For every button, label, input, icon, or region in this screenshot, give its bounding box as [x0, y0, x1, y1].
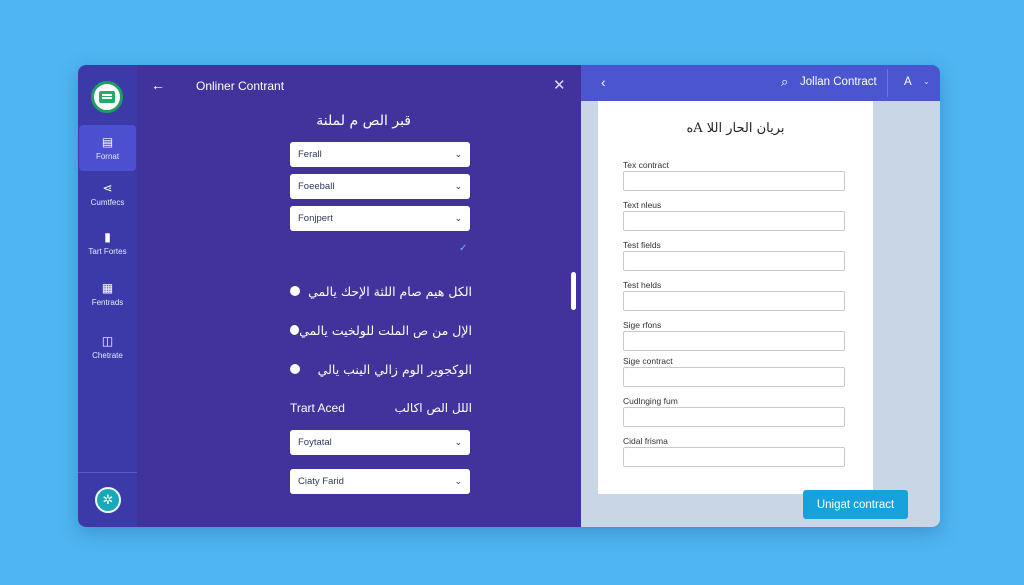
chevron-down-icon: ⌄	[454, 149, 462, 159]
field-input[interactable]	[623, 367, 845, 387]
field-input[interactable]	[623, 407, 845, 427]
field-input[interactable]	[623, 291, 845, 311]
sidebar-item-chetrate[interactable]: ◫ Chetrate	[78, 324, 137, 370]
sidebar-item-label: Fentrads	[91, 297, 124, 307]
logo-icon	[99, 91, 115, 103]
radio-label: الوكجوير الوم زالي الينب يالي	[317, 361, 472, 377]
settings-icon[interactable]: ✲	[95, 487, 121, 513]
select-ferall[interactable]: Ferall ⌄	[290, 142, 470, 167]
sidebar-item-label: Fornat	[95, 151, 120, 161]
radio-dot[interactable]	[290, 286, 300, 296]
track-label-en: Trart Aced	[290, 401, 345, 415]
field-label: Sige contract	[623, 356, 673, 366]
panel-title: Onliner Contrant	[196, 79, 285, 93]
share-icon: ⋖	[102, 180, 113, 195]
sidebar-item-label: Chetrate	[92, 350, 123, 360]
track-label-ar: اللل الص اكالب	[394, 401, 472, 415]
field-label: Sige rfons	[623, 320, 662, 330]
chat-icon: ◫	[101, 333, 114, 348]
file-icon: ▮	[104, 229, 111, 244]
track-section-header: Trart Aced اللل الص اكالب	[290, 401, 472, 415]
sidebar-item-fornat[interactable]: ▤ Fornat	[79, 125, 136, 171]
section-heading: قبر الص م لملنة	[316, 113, 411, 129]
chevron-down-icon: ⌄	[454, 437, 462, 447]
form-panel: ← Onliner Contrant ✕ قبر الص م لملنة Fer…	[137, 65, 581, 527]
search-icon[interactable]: ⌕	[781, 74, 788, 90]
select-value: Foytatal	[298, 437, 332, 448]
field-input[interactable]	[623, 331, 845, 351]
sidebar-item-label: Cumtfecs	[90, 197, 125, 207]
field-label: Tex contract	[623, 160, 669, 170]
field-input[interactable]	[623, 251, 845, 271]
radio-option-1[interactable]: الكل هيم صام اللثة الإحك يالمي	[290, 282, 472, 300]
grid-icon: ▦	[101, 280, 114, 295]
document-preview: بريان الحار اللا Aه Tex contract Text nl…	[598, 101, 873, 494]
field-label: Cidal frisma	[623, 436, 668, 446]
radio-dot[interactable]	[290, 364, 300, 374]
check-icon: ✓	[459, 243, 468, 254]
sidebar-item-fentrads[interactable]: ▦ Fentrads	[78, 271, 137, 317]
radio-label: الإل من ص الملت للولخيت يالمي	[299, 322, 472, 338]
field-input[interactable]	[623, 447, 845, 467]
scrollbar-handle[interactable]	[571, 272, 576, 310]
preview-header: ‹ ⌕ Jollan Contract A ⌄	[581, 65, 940, 101]
panel-header: ← Onliner Contrant ✕	[137, 65, 581, 105]
radio-dot[interactable]	[290, 325, 300, 335]
field-label: Cudlnging fum	[623, 396, 678, 406]
header-divider	[887, 69, 888, 97]
select-value: Fonjpert	[298, 213, 333, 224]
select-fonjpert[interactable]: Fonjpert ⌄	[290, 206, 470, 231]
select-foeeball[interactable]: Foeeball ⌄	[290, 174, 470, 199]
radio-option-3[interactable]: الوكجوير الوم زالي الينب يالي	[290, 360, 472, 378]
chevron-down-icon: ⌄	[454, 213, 462, 223]
submit-contract-button[interactable]: Unigat contract	[803, 490, 908, 519]
user-menu[interactable]: A	[904, 76, 912, 88]
sidebar: ▤ Fornat ⋖ Cumtfecs ▮ Tart Fortes ▦ Fent…	[78, 65, 137, 527]
select-value: Ciaty Farid	[298, 476, 344, 487]
app-logo[interactable]	[91, 81, 123, 113]
select-foytatal[interactable]: Foytatal ⌄	[290, 430, 470, 455]
sidebar-item-tart-fortes[interactable]: ▮ Tart Fortes	[78, 220, 137, 266]
select-value: Ferall	[298, 149, 322, 160]
select-value: Foeeball	[298, 181, 335, 192]
close-icon[interactable]: ✕	[553, 76, 566, 94]
form-icon: ▤	[101, 134, 114, 149]
chevron-down-icon: ⌄	[454, 181, 462, 191]
field-label: Test helds	[623, 280, 662, 290]
preview-title: Jollan Contract	[800, 76, 877, 88]
sidebar-item-cumtfecs[interactable]: ⋖ Cumtfecs	[78, 171, 137, 217]
radio-label: الكل هيم صام اللثة الإحك يالمي	[308, 283, 472, 299]
chevron-down-icon: ⌄	[454, 476, 462, 486]
back-chevron-icon[interactable]: ‹	[601, 74, 606, 90]
field-input[interactable]	[623, 171, 845, 191]
field-label: Test fields	[623, 240, 661, 250]
field-label: Text nleus	[623, 200, 662, 210]
sidebar-item-label: Tart Fortes	[88, 246, 127, 256]
app-window: ▤ Fornat ⋖ Cumtfecs ▮ Tart Fortes ▦ Fent…	[78, 65, 940, 527]
field-input[interactable]	[623, 211, 845, 231]
select-ciaty-farid[interactable]: Ciaty Farid ⌄	[290, 469, 470, 494]
sidebar-divider	[78, 472, 137, 473]
back-arrow-icon[interactable]: ←	[151, 77, 165, 93]
chevron-down-icon[interactable]: ⌄	[923, 77, 930, 86]
document-title: بريان الحار اللا Aه	[686, 121, 785, 136]
radio-option-2[interactable]: الإل من ص الملت للولخيت يالمي	[290, 321, 472, 339]
